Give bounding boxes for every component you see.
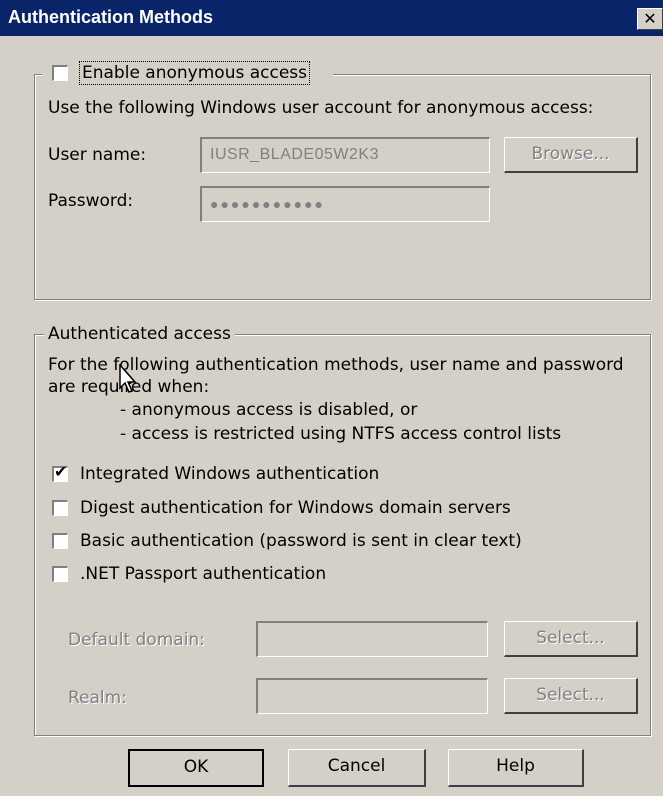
option-integrated-windows[interactable]: ✔ Integrated Windows authentication: [52, 462, 632, 490]
digest-label: Digest authentication for Windows domain…: [80, 498, 511, 518]
password-label: Password:: [48, 191, 134, 211]
passport-label: .NET Passport authentication: [80, 564, 327, 584]
option-digest[interactable]: Digest authentication for Windows domain…: [52, 498, 632, 524]
option-basic[interactable]: Basic authentication (password is sent i…: [52, 531, 632, 557]
default-domain-field[interactable]: [256, 621, 488, 657]
mouse-cursor-icon: [119, 364, 137, 393]
cancel-button[interactable]: Cancel: [288, 749, 426, 787]
help-button[interactable]: Help: [448, 749, 584, 787]
enable-anonymous-label[interactable]: Enable anonymous access: [78, 61, 311, 85]
browse-button[interactable]: Browse...: [504, 137, 638, 173]
digest-checkbox[interactable]: [52, 500, 68, 516]
realm-select-button[interactable]: Select...: [504, 678, 638, 714]
password-field[interactable]: ●●●●●●●●●●●: [200, 186, 490, 222]
checkmark-icon: ✔: [54, 462, 68, 481]
integrated-windows-checkbox[interactable]: ✔: [52, 462, 68, 482]
anonymous-access-legend: Enable anonymous access: [42, 61, 333, 85]
option-passport[interactable]: .NET Passport authentication: [52, 564, 632, 590]
basic-label: Basic authentication (password is sent i…: [80, 531, 522, 551]
close-button[interactable]: ✕: [637, 8, 663, 30]
integrated-windows-label: Integrated Windows authentication: [80, 464, 380, 484]
default-domain-select-button[interactable]: Select...: [504, 621, 638, 657]
close-icon: ✕: [643, 9, 657, 28]
title-bar: Authentication Methods: [0, 0, 663, 36]
anonymous-description: Use the following Windows user account f…: [48, 98, 594, 118]
condition-anonymous-disabled: - anonymous access is disabled, or: [120, 400, 418, 420]
username-field[interactable]: IUSR_BLADE05W2K3: [200, 137, 490, 173]
realm-field[interactable]: [256, 678, 488, 714]
enable-anonymous-checkbox[interactable]: [52, 65, 68, 81]
username-label: User name:: [48, 145, 147, 165]
authenticated-access-legend: Authenticated access: [44, 323, 235, 345]
condition-ntfs-restricted: - access is restricted using NTFS access…: [120, 424, 562, 444]
basic-checkbox[interactable]: [52, 533, 68, 549]
window-title: Authentication Methods: [8, 7, 213, 27]
ok-button[interactable]: OK: [128, 749, 264, 787]
passport-checkbox[interactable]: [52, 566, 68, 582]
default-domain-label: Default domain:: [68, 630, 205, 650]
realm-label: Realm:: [68, 688, 127, 708]
